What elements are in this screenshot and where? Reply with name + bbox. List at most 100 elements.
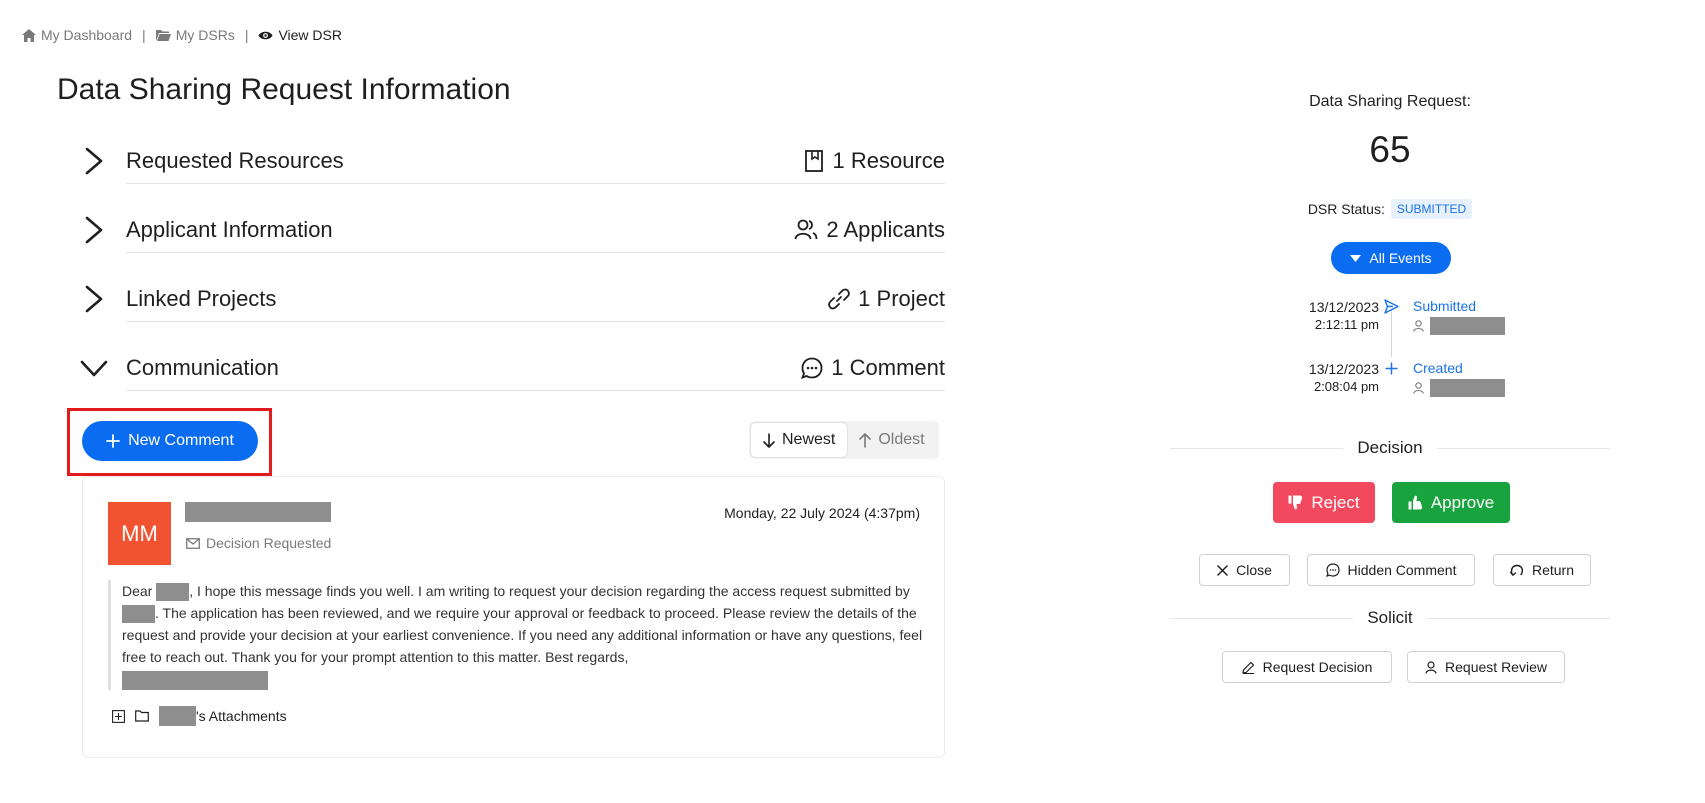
breadcrumb-dashboard-label: My Dashboard [41, 27, 133, 43]
new-comment-button[interactable]: New Comment [82, 421, 258, 461]
event-timestamp: 13/12/2023 2:08:04 pm [1262, 360, 1379, 396]
sort-oldest-button[interactable]: Oldest [847, 423, 936, 457]
section-label[interactable]: Linked Projects [126, 286, 276, 312]
breadcrumb-separator: | [244, 27, 249, 43]
approve-label: Approve [1430, 492, 1495, 512]
page-title: Data Sharing Request Information [57, 73, 511, 106]
user-icon [1413, 320, 1424, 332]
link-icon [828, 288, 850, 310]
comment-text-2: , I hope this message finds you well. I … [189, 583, 910, 599]
reject-label: Reject [1311, 492, 1360, 512]
request-number: 65 [1369, 129, 1411, 170]
mail-icon [186, 537, 200, 549]
chevron-right-icon[interactable] [82, 146, 106, 176]
sort-newest-button[interactable]: Newest [751, 423, 848, 457]
thumbs-down-icon [1288, 495, 1303, 510]
timeline-connector [1391, 309, 1392, 357]
breadcrumb-dsrs-label: My DSRs [175, 27, 235, 43]
attachments-label: 's Attachments [159, 706, 287, 726]
return-label: Return [1531, 562, 1575, 578]
event-item: Submitted [1413, 298, 1505, 335]
section-count: 1 Comment [831, 355, 945, 380]
chevron-right-icon[interactable] [82, 215, 106, 245]
section-label[interactable]: Communication [126, 355, 279, 381]
comment-text-3: . The application has been reviewed, and… [122, 605, 923, 665]
send-icon [1384, 299, 1399, 314]
reject-button[interactable]: Reject [1273, 482, 1375, 523]
section-label[interactable]: Requested Resources [126, 148, 344, 174]
sort-newest-label: Newest [782, 431, 836, 448]
request-decision-button[interactable]: Request Decision [1222, 651, 1392, 683]
breadcrumb-separator: | [142, 27, 146, 43]
event-date: 13/12/2023 [1308, 299, 1379, 315]
attachments-suffix: 's Attachments [196, 708, 287, 724]
hidden-comment-label: Hidden Comment [1347, 562, 1457, 578]
redacted-user [1430, 379, 1505, 397]
new-comment-label: New Comment [128, 432, 234, 449]
section-count: 2 Applicants [826, 217, 945, 242]
avatar: MM [108, 502, 171, 565]
pencil-icon [1242, 661, 1254, 674]
event-date: 13/12/2023 [1308, 361, 1379, 377]
event-timestamp: 13/12/2023 2:12:11 pm [1262, 298, 1379, 334]
return-icon [1510, 564, 1524, 576]
breadcrumb-current-label: View DSR [278, 27, 342, 43]
section-applicant-information[interactable]: Applicant Information 2 Applicants [82, 209, 945, 253]
event-time: 2:08:04 pm [1313, 379, 1379, 394]
dsr-status: DSR Status: SUBMITTED [1170, 199, 1610, 219]
comment-icon [1325, 563, 1340, 577]
redacted-signature [122, 670, 268, 690]
plus-icon [106, 434, 120, 448]
close-label: Close [1236, 562, 1272, 578]
decision-heading: Decision [1357, 438, 1423, 457]
arrow-down-icon [763, 432, 775, 448]
section-requested-resources[interactable]: Requested Resources 1 Resource [82, 140, 945, 184]
chevron-right-icon[interactable] [82, 284, 106, 314]
expand-icon[interactable] [112, 709, 125, 723]
divider-line [1426, 617, 1610, 619]
section-divider [126, 321, 945, 322]
breadcrumb-dsrs[interactable]: My DSRs [155, 27, 235, 43]
all-events-label: All Events [1369, 250, 1432, 266]
user-icon [1413, 382, 1424, 394]
section-count: 1 Project [858, 286, 945, 311]
comment-tag-label: Decision Requested [206, 535, 332, 551]
eye-icon [258, 31, 273, 39]
folder-icon [135, 710, 149, 722]
event-link[interactable]: Submitted [1413, 298, 1505, 314]
event-user [1413, 379, 1505, 397]
bookmark-icon [805, 150, 824, 172]
divider-line [1170, 617, 1354, 619]
hidden-comment-button[interactable]: Hidden Comment [1307, 554, 1475, 586]
comment-tag: Decision Requested [186, 535, 331, 551]
breadcrumb-current: View DSR [258, 27, 342, 43]
event-link[interactable]: Created [1413, 360, 1505, 376]
redacted-author-name [185, 502, 331, 522]
request-review-button[interactable]: Request Review [1407, 651, 1565, 683]
folder-open-icon [155, 30, 171, 41]
all-events-button[interactable]: All Events [1331, 242, 1451, 274]
breadcrumb-dashboard[interactable]: My Dashboard [22, 27, 132, 43]
section-linked-projects[interactable]: Linked Projects 1 Project [82, 278, 945, 322]
chevron-down-icon[interactable] [79, 353, 109, 383]
attachments-row[interactable]: 's Attachments [112, 706, 287, 726]
sort-toggle: Newest Oldest [749, 421, 939, 459]
section-meta: 1 Project [828, 286, 945, 312]
redacted-user [1430, 317, 1505, 335]
redacted-name [159, 706, 196, 726]
section-label[interactable]: Applicant Information [126, 217, 333, 243]
close-button[interactable]: Close [1199, 554, 1290, 586]
status-label: DSR Status: [1307, 201, 1385, 217]
event-time: 2:12:11 pm [1314, 317, 1379, 332]
request-review-label: Request Review [1445, 659, 1547, 675]
request-label: Data Sharing Request: [1309, 93, 1471, 110]
section-meta: 1 Resource [804, 148, 945, 174]
approve-button[interactable]: Approve [1392, 482, 1510, 523]
section-communication[interactable]: Communication 1 Comment [79, 347, 945, 391]
plus-icon [1385, 362, 1398, 375]
user-icon [1425, 660, 1437, 674]
return-button[interactable]: Return [1493, 554, 1591, 586]
home-icon [22, 28, 36, 42]
section-meta: 1 Comment [801, 355, 945, 381]
users-icon [794, 219, 818, 240]
